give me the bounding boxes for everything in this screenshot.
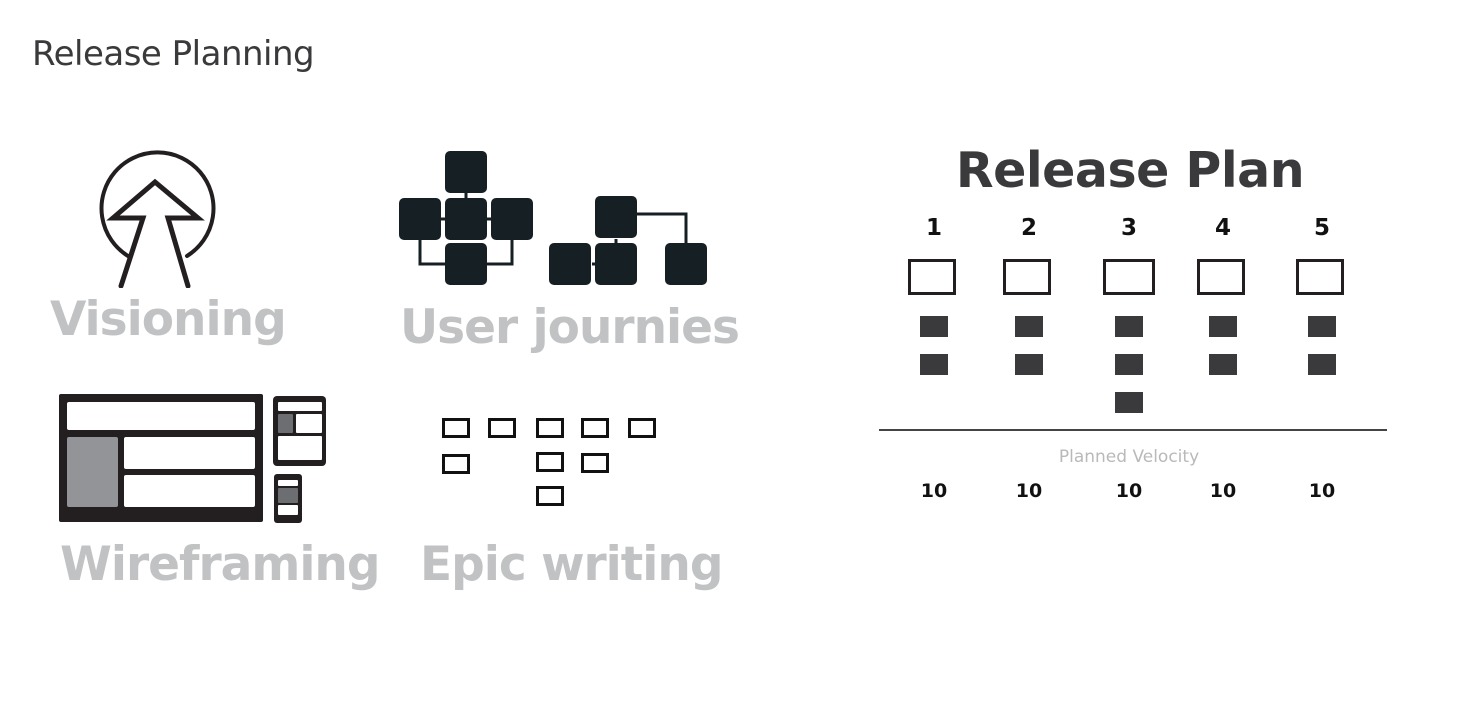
release-item xyxy=(1015,316,1043,337)
release-item xyxy=(920,316,948,337)
release-item xyxy=(1115,354,1143,375)
release-item xyxy=(920,354,948,375)
user-journey-flow-icon xyxy=(399,151,707,285)
planned-velocity-value: 10 xyxy=(920,480,948,502)
release-item xyxy=(1209,316,1237,337)
planned-velocity-value: 10 xyxy=(1115,480,1143,502)
release-header-card xyxy=(1197,259,1245,295)
release-item xyxy=(1308,354,1336,375)
release-item xyxy=(1115,392,1143,413)
activity-label: Epic writing xyxy=(420,537,723,592)
epic-card xyxy=(581,453,609,473)
release-header-card xyxy=(1003,259,1051,295)
epic-card xyxy=(488,418,516,438)
activity-label: Visioning xyxy=(50,292,287,347)
vision-arrow-icon xyxy=(99,150,216,288)
epic-card xyxy=(536,452,564,472)
release-header-card xyxy=(1103,259,1155,295)
epic-cards-icon xyxy=(442,418,662,508)
release-item xyxy=(1308,316,1336,337)
velocity-divider xyxy=(879,429,1387,431)
release-number: 1 xyxy=(925,215,942,241)
planned-velocity-label: Planned Velocity xyxy=(1058,447,1200,467)
release-item xyxy=(1115,316,1143,337)
activity-epic-writing: Epic writing xyxy=(420,405,723,605)
activity-wireframing: Wireframing xyxy=(50,385,381,600)
wireframe-layouts-icon xyxy=(59,394,326,523)
epic-card xyxy=(536,486,564,506)
planned-velocity-value: 10 xyxy=(1209,480,1237,502)
activity-user-journies: User journies xyxy=(390,145,740,360)
release-item xyxy=(1209,354,1237,375)
release-number: 3 xyxy=(1120,215,1137,241)
release-header-card xyxy=(908,259,956,295)
release-plan-title: Release Plan xyxy=(955,142,1305,199)
planned-velocity-value: 10 xyxy=(1308,480,1336,502)
activity-label: User journies xyxy=(400,300,740,355)
release-number: 2 xyxy=(1020,215,1037,241)
release-item xyxy=(1015,354,1043,375)
release-header-card xyxy=(1296,259,1344,295)
activity-visioning: Visioning xyxy=(40,140,287,360)
epic-card xyxy=(581,418,609,438)
epic-card xyxy=(536,418,564,438)
epic-card xyxy=(442,418,470,438)
release-number: 4 xyxy=(1214,215,1231,241)
epic-card xyxy=(442,454,470,474)
planned-velocity-value: 10 xyxy=(1015,480,1043,502)
activity-label: Wireframing xyxy=(60,537,381,592)
page-title: Release Planning xyxy=(32,34,315,74)
epic-card xyxy=(628,418,656,438)
release-number: 5 xyxy=(1313,215,1330,241)
